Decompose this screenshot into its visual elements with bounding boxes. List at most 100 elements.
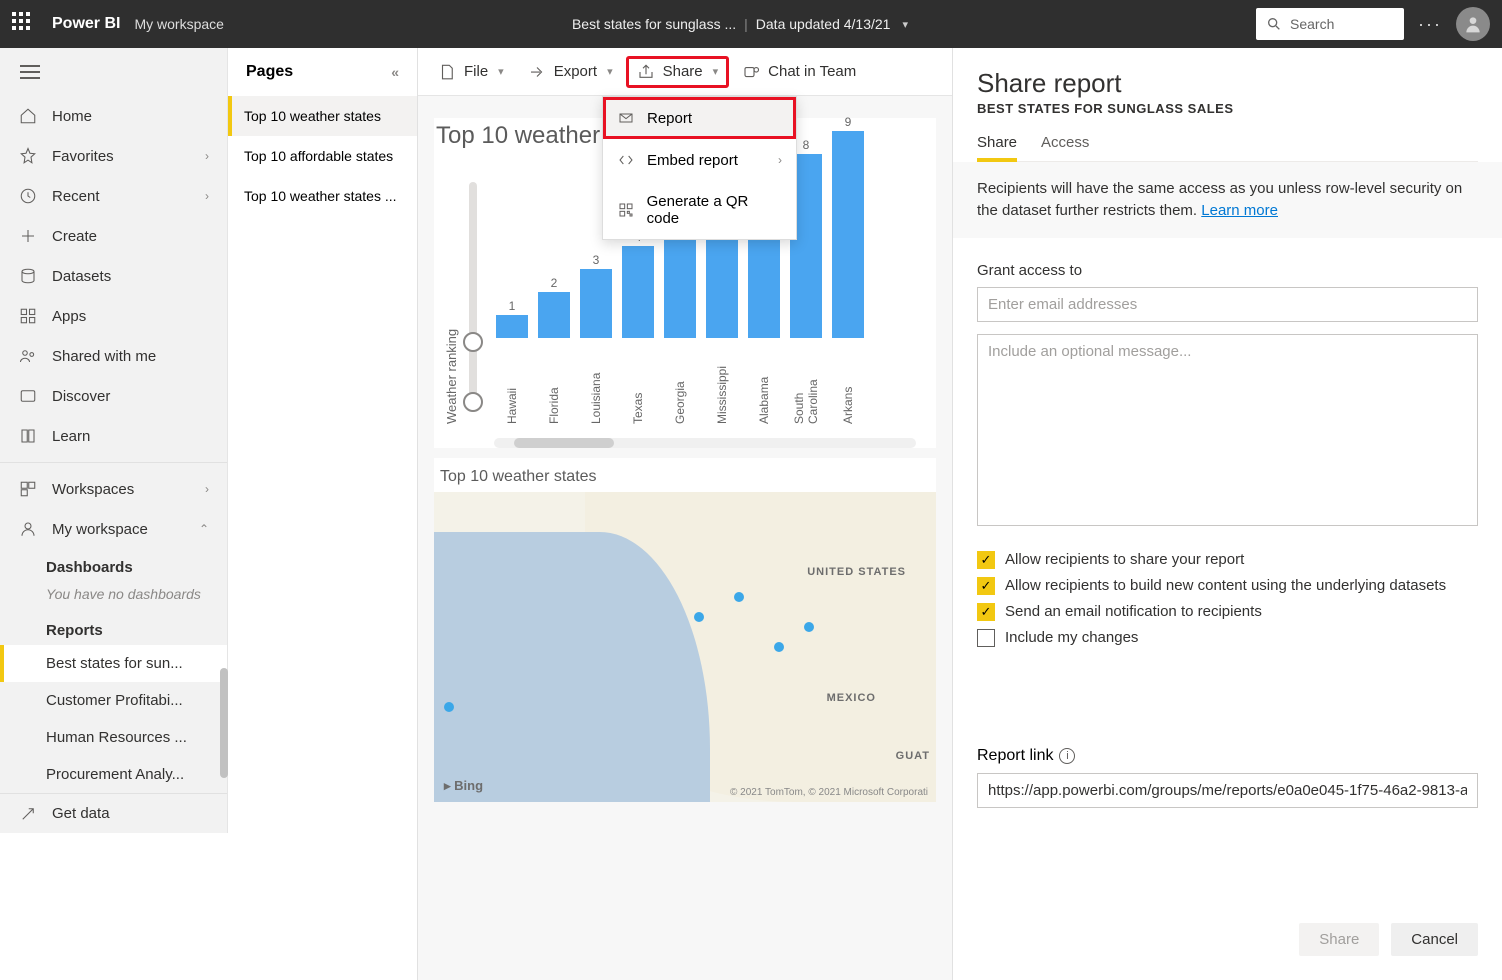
- file-label: File: [464, 63, 488, 80]
- bing-logo: ▸ Bing: [444, 778, 483, 794]
- panel-info: Recipients will have the same access as …: [953, 162, 1502, 238]
- bar-category: South Carolina: [792, 346, 820, 424]
- slider-handle-upper[interactable]: [463, 392, 483, 412]
- report-title-header[interactable]: Best states for sunglass ...: [572, 16, 736, 32]
- embed-report-item[interactable]: Embed report ›: [603, 139, 796, 181]
- report-item[interactable]: Human Resources ...: [0, 719, 227, 756]
- report-link-label: Report link i: [977, 747, 1478, 765]
- page-tab[interactable]: Top 10 weather states ...: [228, 176, 417, 216]
- map-visual[interactable]: Top 10 weather states UNITED STATES MEXI…: [434, 458, 936, 802]
- nav-workspaces[interactable]: Workspaces ›: [0, 469, 227, 509]
- clock-icon: [18, 186, 38, 206]
- chevron-down-icon[interactable]: ▾: [902, 18, 908, 31]
- qr-code-item[interactable]: Generate a QR code: [603, 181, 796, 239]
- nav-myworkspace[interactable]: My workspace ⌃: [0, 509, 227, 549]
- discover-icon: [18, 386, 38, 406]
- mi-label: Embed report: [647, 152, 738, 169]
- data-updated-label[interactable]: Data updated 4/13/21: [756, 16, 891, 32]
- check-label: Include my changes: [1005, 629, 1138, 646]
- chevron-right-icon: ›: [205, 189, 209, 203]
- share-button[interactable]: Share ▾: [627, 57, 729, 87]
- more-options-icon[interactable]: ···: [1418, 14, 1442, 35]
- checkbox-icon: [977, 551, 995, 569]
- bar-value: 3: [593, 253, 600, 267]
- page-tab[interactable]: Top 10 affordable states: [228, 136, 417, 176]
- export-button[interactable]: Export ▾: [518, 57, 623, 87]
- search-placeholder: Search: [1290, 16, 1334, 32]
- report-link-input[interactable]: [977, 773, 1478, 808]
- nav-label: Apps: [52, 308, 86, 325]
- grant-access-label: Grant access to: [977, 262, 1478, 279]
- person-icon: [18, 519, 38, 539]
- nav-discover[interactable]: Discover: [0, 376, 227, 416]
- bar-category: Texas: [631, 346, 645, 424]
- chevron-right-icon: ›: [205, 149, 209, 163]
- bar: [664, 223, 696, 338]
- nav-create[interactable]: Create: [0, 216, 227, 256]
- report-item[interactable]: Customer Profitabi...: [0, 682, 227, 719]
- scrollbar-thumb[interactable]: [220, 668, 228, 778]
- nav-toggle-icon[interactable]: [20, 65, 40, 79]
- collapse-pages-icon[interactable]: «: [391, 64, 399, 80]
- report-item[interactable]: Procurement Analy...: [0, 756, 227, 793]
- nav-shared[interactable]: Shared with me: [0, 336, 227, 376]
- tab-access[interactable]: Access: [1041, 134, 1089, 161]
- nav-datasets[interactable]: Datasets: [0, 256, 227, 296]
- range-slider[interactable]: [469, 182, 477, 412]
- check-allow-share[interactable]: Allow recipients to share your report: [977, 551, 1478, 569]
- plus-icon: [18, 226, 38, 246]
- bar-value: 9: [845, 115, 852, 129]
- message-textarea[interactable]: [977, 334, 1478, 526]
- file-button[interactable]: File ▾: [428, 57, 514, 87]
- map-data-point: [804, 622, 814, 632]
- page-tab[interactable]: Top 10 weather states: [228, 96, 417, 136]
- report-toolbar: File ▾ Export ▾ Share ▾ Chat in Team: [418, 48, 952, 96]
- info-icon[interactable]: i: [1059, 748, 1075, 764]
- bar: [580, 269, 612, 338]
- email-input[interactable]: [977, 287, 1478, 322]
- learn-more-link[interactable]: Learn more: [1201, 202, 1278, 219]
- bar-category: Alabama: [757, 346, 771, 424]
- search-input[interactable]: Search: [1256, 8, 1404, 40]
- nav-favorites[interactable]: Favorites ›: [0, 136, 227, 176]
- nav-apps[interactable]: Apps: [0, 296, 227, 336]
- bar: [622, 246, 654, 338]
- star-icon: [18, 146, 38, 166]
- bar: [832, 131, 864, 338]
- user-avatar[interactable]: [1456, 7, 1490, 41]
- bar: [538, 292, 570, 338]
- nav-learn[interactable]: Learn: [0, 416, 227, 456]
- nav-recent[interactable]: Recent ›: [0, 176, 227, 216]
- tab-share[interactable]: Share: [977, 134, 1017, 161]
- panel-subtitle: Best states for sunglass sales: [977, 101, 1478, 116]
- map-title: Top 10 weather states: [434, 458, 936, 492]
- nav-getdata[interactable]: Get data: [0, 793, 227, 833]
- share-report-item[interactable]: Report: [603, 97, 796, 139]
- bar-category: Mississippi: [715, 346, 729, 424]
- report-item[interactable]: Best states for sun...: [0, 645, 227, 682]
- app-launcher-icon[interactable]: [12, 12, 36, 36]
- share-panel: Share report Best states for sunglass sa…: [952, 48, 1502, 980]
- check-include-changes[interactable]: Include my changes: [977, 629, 1478, 647]
- mail-icon: [617, 109, 635, 127]
- brand-label: Power BI: [52, 15, 120, 33]
- slider-handle-lower[interactable]: [463, 332, 483, 352]
- map-area[interactable]: UNITED STATES MEXICO GUAT ▸ Bing © 2021 …: [434, 492, 936, 802]
- search-icon: [1266, 16, 1282, 32]
- book-icon: [18, 426, 38, 446]
- share-submit-button[interactable]: Share: [1299, 923, 1379, 956]
- checkbox-icon: [977, 629, 995, 647]
- share-label: Share: [663, 63, 703, 80]
- chat-teams-button[interactable]: Chat in Team: [732, 57, 866, 87]
- horizontal-scrollbar[interactable]: [494, 438, 916, 448]
- check-allow-build[interactable]: Allow recipients to build new content us…: [977, 577, 1478, 595]
- bar-category: Louisiana: [589, 346, 603, 424]
- map-credits: © 2021 TomTom, © 2021 Microsoft Corporat…: [730, 787, 928, 798]
- report-canvas: File ▾ Export ▾ Share ▾ Chat in Team: [418, 48, 952, 980]
- workspaces-icon: [18, 479, 38, 499]
- check-send-email[interactable]: Send an email notification to recipients: [977, 603, 1478, 621]
- nav-label: Home: [52, 108, 92, 125]
- cancel-button[interactable]: Cancel: [1391, 923, 1478, 956]
- nav-home[interactable]: Home: [0, 96, 227, 136]
- qr-icon: [617, 201, 635, 219]
